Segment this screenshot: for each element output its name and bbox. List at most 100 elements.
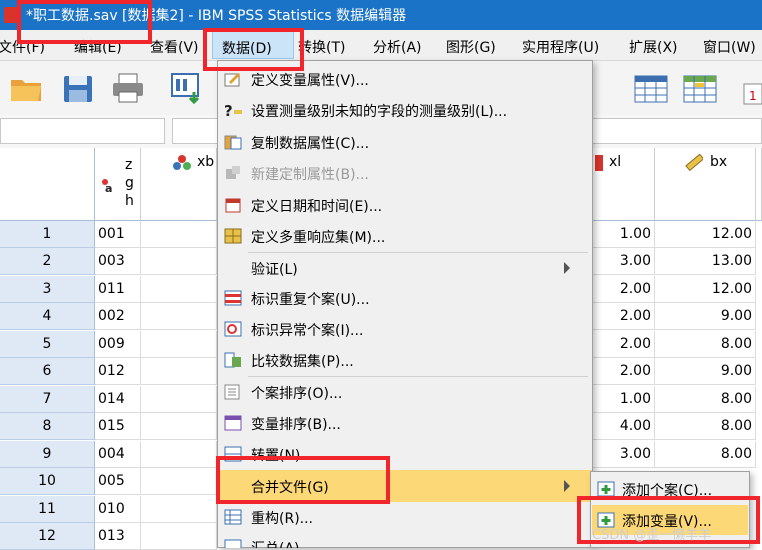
cell-zgh[interactable]: 005 [95, 468, 141, 495]
column-header-xl[interactable]: xl [593, 148, 655, 221]
cell-zgh[interactable]: 009 [95, 331, 141, 358]
menu-item-define-dates[interactable]: 定义日期和时间(E)... [218, 190, 592, 220]
menu-view[interactable]: 查看(V) [150, 37, 199, 57]
cell-bx[interactable]: 12.00 [655, 276, 756, 303]
menu-item-sort-cases[interactable]: 个案排序(O)... [218, 377, 592, 407]
cell-xb[interactable] [141, 496, 217, 523]
menu-item-compare-datasets[interactable]: 比较数据集(P)... [218, 345, 592, 375]
compare-datasets-icon [224, 352, 242, 368]
column-header-bx[interactable]: bx [655, 148, 756, 221]
cell-xl[interactable]: 2.00 [593, 303, 655, 330]
menu-item-validation[interactable]: 验证(L) [218, 253, 592, 283]
menu-edit[interactable]: 编辑(E) [74, 37, 122, 57]
menu-data[interactable]: 数据(D) [222, 38, 272, 58]
menu-window[interactable]: 窗口(W) [703, 37, 756, 57]
menu-file[interactable]: 文件(F) [0, 37, 45, 57]
menu-item-define-multiple-response[interactable]: 定义多重响应集(M)... [218, 221, 592, 251]
menu-item-identify-duplicate-cases[interactable]: 标识重复个案(U)... [218, 283, 592, 313]
row-number[interactable]: 5 [0, 331, 95, 358]
cell-xl[interactable]: 4.00 [593, 413, 655, 440]
cell-xb[interactable] [141, 413, 217, 440]
menu-item-transpose[interactable]: 转置(N)... [218, 439, 592, 469]
cell-xb[interactable] [141, 441, 217, 468]
menu-extensions[interactable]: 扩展(X) [629, 37, 678, 57]
cell-xb[interactable] [141, 221, 217, 248]
cell-bx[interactable]: 9.00 [655, 358, 756, 385]
cell-xl[interactable]: 2.00 [593, 331, 655, 358]
menu-item-aggregate[interactable]: 汇总(A)... [218, 532, 592, 548]
row-number[interactable]: 12 [0, 523, 95, 550]
cell-zgh[interactable]: 010 [95, 496, 141, 523]
unusual-cases-icon [224, 321, 242, 337]
row-number[interactable]: 4 [0, 303, 95, 330]
cell-zgh[interactable]: 001 [95, 221, 141, 248]
cell-zgh[interactable]: 002 [95, 303, 141, 330]
cell-xl[interactable]: 2.00 [593, 276, 655, 303]
menu-graphs[interactable]: 图形(G) [446, 37, 496, 57]
save-icon[interactable] [60, 70, 96, 106]
cell-zgh[interactable]: 012 [95, 358, 141, 385]
table-grid-icon[interactable] [633, 70, 669, 106]
cell-xb[interactable] [141, 331, 217, 358]
value-labels-icon[interactable] [682, 70, 718, 106]
row-number[interactable]: 3 [0, 276, 95, 303]
cell-zgh[interactable]: 004 [95, 441, 141, 468]
cell-xl[interactable]: 3.00 [593, 248, 655, 275]
menu-data-active[interactable]: 数据(D) [212, 31, 294, 59]
question-ruler-icon: ? [224, 102, 242, 120]
cell-bx[interactable]: 8.00 [655, 413, 756, 440]
cell-xb[interactable] [141, 303, 217, 330]
cell-bx[interactable]: 8.00 [655, 386, 756, 413]
row-number[interactable]: 7 [0, 386, 95, 413]
extra-toolbar-icon[interactable]: 1 [740, 70, 762, 106]
cell-xl[interactable]: 2.00 [593, 358, 655, 385]
cell-bx[interactable]: 13.00 [655, 248, 756, 275]
row-number[interactable]: 9 [0, 441, 95, 468]
cell-zgh[interactable]: 013 [95, 523, 141, 550]
menu-item-sort-variables[interactable]: 变量排序(B)... [218, 408, 592, 438]
menu-analyze[interactable]: 分析(A) [373, 37, 422, 57]
menu-transform[interactable]: 转换(T) [298, 37, 345, 57]
spss-app-icon[interactable] [4, 7, 18, 23]
dialog-recall-icon[interactable] [170, 70, 206, 106]
row-number[interactable]: 1 [0, 221, 95, 248]
column-header-next[interactable] [756, 148, 762, 221]
grid-corner[interactable] [0, 148, 95, 221]
menu-item-define-variable-properties[interactable]: 定义变量属性(V)... [218, 64, 592, 94]
row-number[interactable]: 2 [0, 248, 95, 275]
cell-xl[interactable]: 1.00 [593, 386, 655, 413]
cell-xb[interactable] [141, 248, 217, 275]
cell-zgh[interactable]: 003 [95, 248, 141, 275]
row-number[interactable]: 11 [0, 496, 95, 523]
row-number[interactable]: 6 [0, 358, 95, 385]
menu-item-set-measurement-level[interactable]: ? 设置测量级别未知的字段的测量级别(L)... [218, 95, 592, 125]
column-header-zgh[interactable]: a zgh [95, 148, 141, 221]
cell-bx[interactable]: 9.00 [655, 303, 756, 330]
cell-xb[interactable] [141, 276, 217, 303]
cell-zgh[interactable]: 011 [95, 276, 141, 303]
cell-xb[interactable] [141, 523, 217, 550]
menu-bar: 文件(F) 编辑(E) 查看(V) 转换(T) 分析(A) 图形(G) 实用程序… [0, 30, 762, 61]
print-icon[interactable] [110, 70, 146, 106]
cell-xb[interactable] [141, 358, 217, 385]
cell-bx[interactable]: 8.00 [655, 331, 756, 358]
row-number[interactable]: 8 [0, 413, 95, 440]
cell-zgh[interactable]: 014 [95, 386, 141, 413]
cell-xb[interactable] [141, 468, 217, 495]
cell-bx[interactable]: 12.00 [655, 221, 756, 248]
menu-item-merge-files[interactable]: 合并文件(G) [218, 470, 592, 502]
cell-xl[interactable]: 1.00 [593, 221, 655, 248]
menu-item-copy-data-properties[interactable]: 复制数据属性(C)... [218, 127, 592, 157]
cell-bx[interactable]: 8.00 [655, 441, 756, 468]
cell-zgh[interactable]: 015 [95, 413, 141, 440]
menu-item-restructure[interactable]: 重构(R)... [218, 502, 592, 532]
menu-item-add-cases[interactable]: 添加个案(C)... [592, 475, 748, 503]
open-folder-icon[interactable] [8, 70, 44, 106]
menu-item-identify-unusual-cases[interactable]: 标识异常个案(I)... [218, 314, 592, 344]
cell-xl[interactable]: 3.00 [593, 441, 655, 468]
menu-utilities[interactable]: 实用程序(U) [522, 37, 599, 57]
cell-reference-field[interactable] [0, 118, 165, 144]
row-number[interactable]: 10 [0, 468, 95, 495]
cell-xb[interactable] [141, 386, 217, 413]
column-header-xb[interactable]: xb [141, 148, 217, 221]
